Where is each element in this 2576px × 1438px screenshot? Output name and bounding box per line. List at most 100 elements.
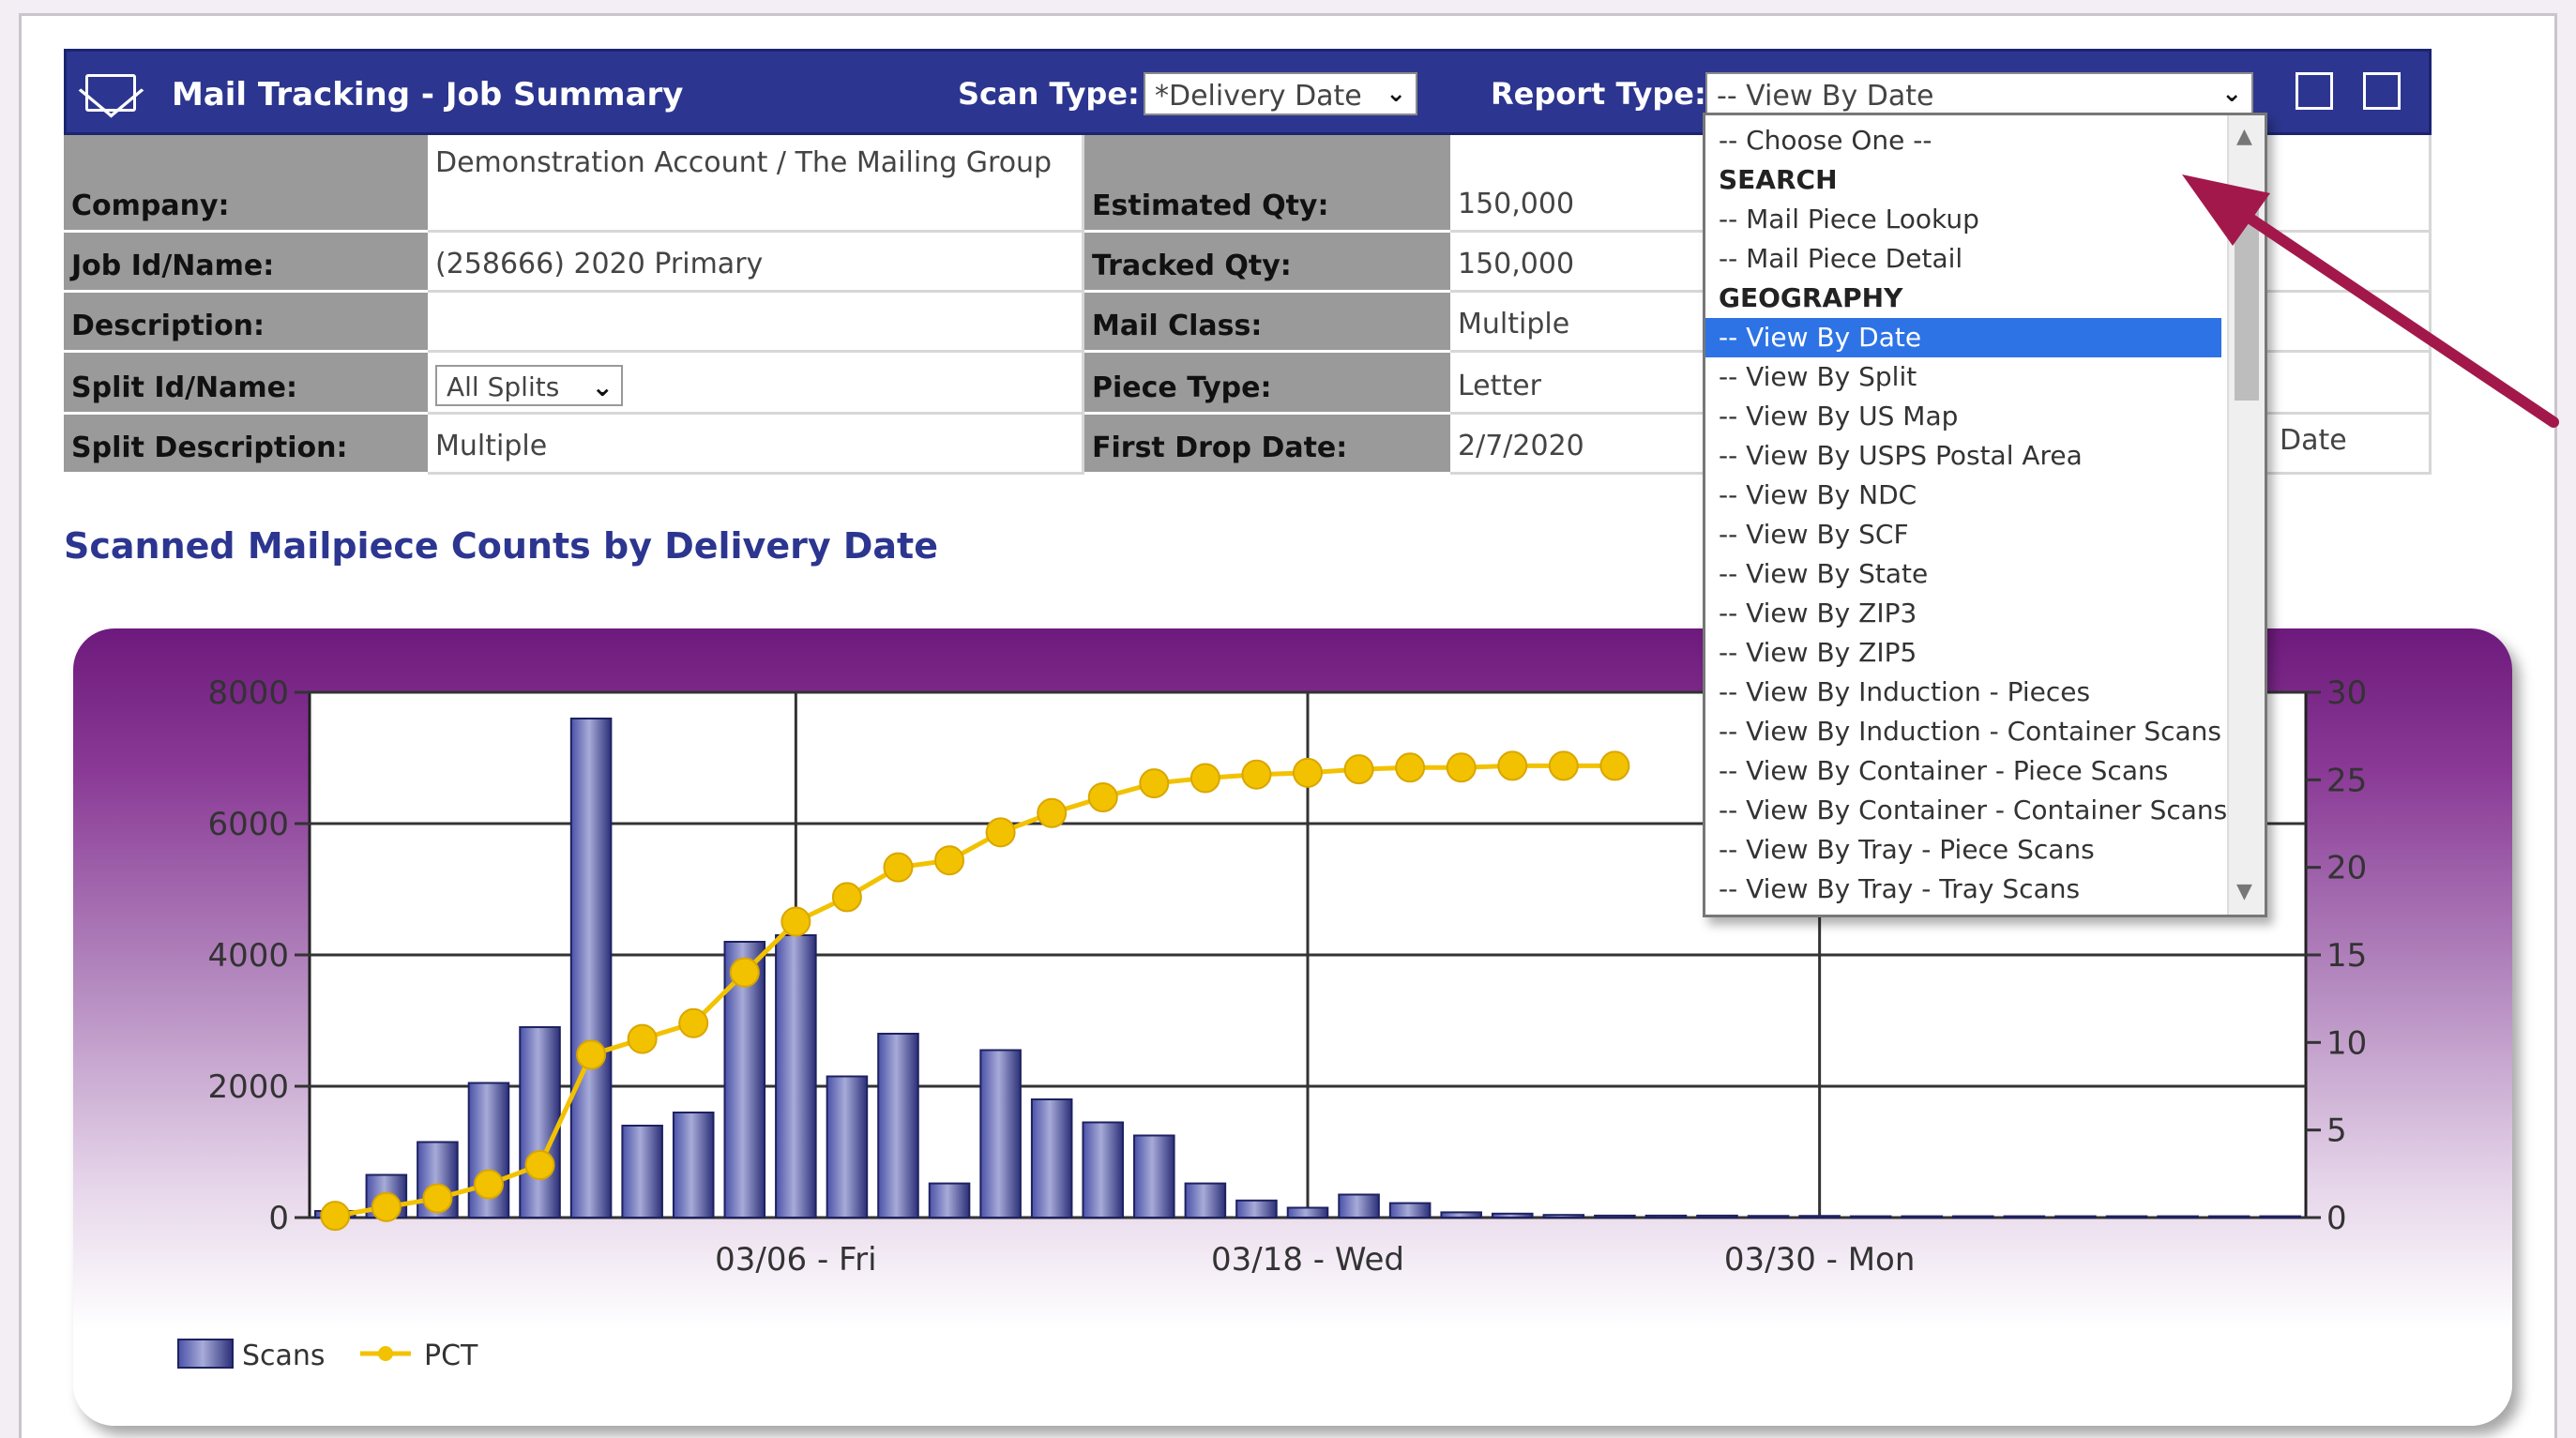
pct-point [780,906,811,937]
y-right-tick-label: 15 [2326,937,2367,975]
dropdown-group-label: GEOGRAPHY [1719,282,1903,313]
pct-point [1343,754,1374,785]
scans-bar [2259,1215,2301,1219]
scans-bar [1286,1206,1329,1219]
y-right-tick-label: 0 [2326,1200,2347,1237]
dropdown-option[interactable]: -- View By Date [1705,318,2221,357]
scans-bar [519,1026,561,1219]
dropdown-option[interactable]: -- View By ZIP5 [1705,633,2221,673]
dropdown-option[interactable]: -- View By Container - Piece Scans [1705,751,2221,791]
scans-bar [1901,1215,1944,1219]
scans-bar [1388,1202,1432,1219]
dropdown-option[interactable]: -- View By Induction - Pieces [1705,673,2221,712]
dropdown-option[interactable]: -- View By USPS Postal Area [1705,436,2221,476]
y-left-tick-label: 6000 [207,806,289,843]
scans-bar [1184,1182,1227,1219]
dropdown-option[interactable]: -- View By Container - Container Scans [1705,791,2227,830]
pct-point [1190,763,1220,794]
dropdown-option[interactable]: -- Choose One -- [1705,121,2221,160]
scans-bar [1338,1193,1380,1219]
y-left-tick-label: 8000 [207,674,289,712]
pct-point [371,1191,402,1222]
dropdown-option[interactable]: -- View By Split [1705,357,2221,397]
scans-bar [1849,1215,1892,1219]
pct-point [1497,750,1528,781]
scans-bar [979,1049,1022,1219]
scans-bar [569,718,613,1219]
pct-point [1241,759,1272,790]
scans-bar [1542,1214,1585,1219]
pct-point [320,1201,351,1232]
y-left-tick-label: 0 [268,1200,289,1237]
scroll-up-icon[interactable]: ▲ [2236,125,2252,148]
scans-bar [1798,1215,1841,1219]
scans-bar [2207,1215,2250,1219]
pct-point [1548,750,1579,781]
y-left-tick-label: 2000 [207,1068,289,1106]
scans-bar [2157,1215,2199,1219]
pct-point [678,1007,709,1038]
dropdown-option[interactable]: -- Mail Piece Lookup [1705,200,2221,239]
pct-point [985,817,1016,848]
scans-bar [775,934,817,1219]
scans-bar [928,1182,971,1219]
dropdown-option[interactable]: -- View By NDC [1705,476,2221,515]
pct-point [1446,752,1477,783]
scroll-down-icon[interactable]: ▼ [2236,880,2252,903]
scans-bar [1082,1121,1125,1219]
pct-point [576,1039,607,1070]
scans-bar [1235,1199,1278,1219]
y-right-tick-label: 30 [2326,674,2367,712]
scrollbar-thumb[interactable] [2235,202,2259,401]
legend-pct-label: PCT [424,1340,478,1372]
y-right-tick-label: 10 [2326,1024,2367,1062]
pct-point [1599,750,1630,781]
dropdown-option[interactable]: -- View By ZIP3 [1705,594,2221,633]
y-left-tick-label: 4000 [207,937,289,975]
scans-bar [1952,1215,1994,1219]
pct-point [422,1183,453,1214]
x-tick-label: 03/18 - Wed [1211,1241,1404,1279]
scans-bar [1440,1211,1482,1219]
scans-bar [2105,1215,2148,1219]
dropdown-option[interactable]: -- View By US Map [1705,397,2221,436]
pct-point [1395,752,1426,783]
scans-bar [2003,1215,2046,1219]
scans-bar [621,1125,663,1219]
scans-bar [1133,1134,1175,1219]
scans-bar [1491,1212,1534,1219]
scans-bar [877,1033,919,1219]
scans-bar [1696,1214,1738,1219]
legend-pct-marker [378,1346,393,1361]
pct-point [831,882,862,913]
dropdown-option[interactable]: -- Mail Piece Detail [1705,239,2221,279]
legend-scans-swatch [177,1339,234,1369]
pct-point [1087,782,1118,812]
pct-point [1139,768,1170,799]
dropdown-group-label: SEARCH [1719,164,1838,195]
dropdown-option[interactable]: -- View By Tray - Tray Scans [1705,870,2221,909]
legend-scans-label: Scans [242,1340,326,1372]
pct-point [627,1023,658,1054]
dropdown-option[interactable]: -- View By SCF [1705,515,2221,554]
y-right-tick-label: 5 [2326,1113,2347,1150]
x-tick-label: 03/06 - Fri [715,1241,876,1279]
dropdown-option[interactable]: -- View By State [1705,554,2221,594]
x-tick-label: 03/30 - Mon [1724,1241,1916,1279]
scans-bar [1747,1215,1790,1219]
pct-point [524,1150,555,1180]
pct-point [1293,757,1323,788]
pct-point [934,845,965,876]
dropdown-option[interactable]: -- View By Induction - Container Scans [1705,712,2221,751]
scans-bar [1030,1098,1073,1219]
dropdown-scrollbar[interactable]: ▲ ▼ [2227,115,2265,915]
dropdown-option[interactable]: -- View By Tray - Piece Scans [1705,830,2221,870]
scans-bar [826,1075,869,1219]
scans-bar [2054,1215,2097,1219]
pct-point [883,852,914,883]
scans-bar [672,1112,715,1219]
pct-point [1037,797,1068,828]
scans-bar [1594,1214,1636,1219]
pct-point [473,1169,504,1200]
report-type-dropdown-list[interactable]: -- Choose One -- SEARCH -- Mail Piece Look… [1703,113,2267,917]
